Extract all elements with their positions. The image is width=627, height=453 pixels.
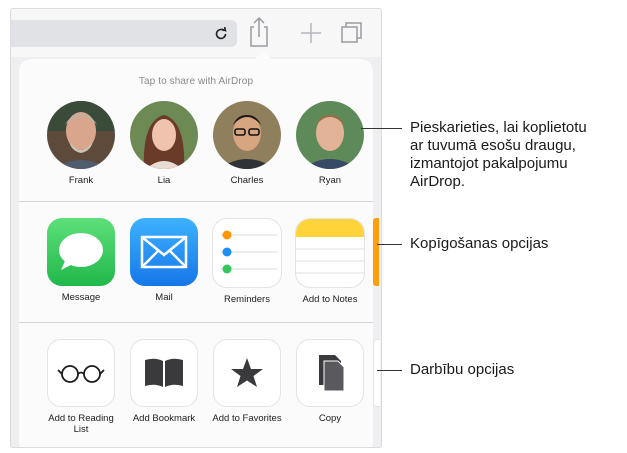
glasses-icon [47,339,115,407]
share-icon[interactable] [244,15,274,49]
avatar [296,101,364,169]
address-bar[interactable] [11,20,237,47]
share-app-mail[interactable]: Mail [122,218,206,303]
action-label: Add to Reading List [48,413,114,435]
avatar [47,101,115,169]
airdrop-person-charles[interactable]: Charles [205,101,289,186]
airdrop-person-frank[interactable]: Frank [39,101,123,186]
action-add-reading-list[interactable]: Add to Reading List [39,339,123,435]
browser-toolbar [11,9,381,57]
action-copy[interactable]: Copy [288,339,372,424]
person-name: Lia [157,175,171,186]
message-icon [47,218,115,286]
new-tab-icon[interactable] [296,15,326,49]
star-icon [213,339,281,407]
avatar [213,101,281,169]
action-add-bookmark[interactable]: Add Bookmark [122,339,206,424]
action-add-favorites[interactable]: Add to Favorites [205,339,289,424]
notes-icon [295,218,365,288]
partial-app-tile[interactable] [373,218,379,286]
callout-airdrop: Pieskarieties, lai koplietotu ar tuvumā … [410,119,587,190]
action-label: Add Bookmark [132,413,196,424]
avatar [130,101,198,169]
copy-icon [296,339,364,407]
share-app-notes[interactable]: Add to Notes [288,218,372,305]
app-label: Reminders [224,294,270,305]
person-name: Frank [68,175,94,186]
mail-icon [130,218,198,286]
book-icon [130,339,198,407]
share-app-reminders[interactable]: Reminders [205,218,289,305]
partial-action-tile[interactable] [373,339,380,407]
share-actions-row: Add to Reading List Add Bookmark Add to … [19,323,380,447]
airdrop-title: Tap to share with AirDrop [138,76,254,87]
share-sheet: Tap to share with AirDrop Frank Lia Char… [19,59,380,447]
tabs-icon[interactable] [338,15,368,49]
action-label: Add to Favorites [212,413,282,424]
reload-icon[interactable] [213,26,229,42]
airdrop-person-lia[interactable]: Lia [122,101,206,186]
person-name: Ryan [318,175,342,186]
person-name: Charles [230,175,264,186]
callout-line-actions [377,370,402,371]
share-sheet-screenshot: Tap to share with AirDrop Frank Lia Char… [10,8,382,448]
app-label: Mail [155,292,173,303]
callout-actions: Darbību opcijas [410,361,515,378]
airdrop-people-row: Frank Lia Charles Ryan [19,93,373,201]
airdrop-person-ryan[interactable]: Ryan [288,101,372,186]
share-app-message[interactable]: Message [39,218,123,303]
callout-share: Kopīgošanas opcijas [410,235,549,252]
share-apps-row: Message Mail Reminders Add to Notes [19,202,379,322]
action-label: Copy [318,413,342,424]
reminders-icon [212,218,282,288]
app-label: Message [61,292,101,303]
callout-line-airdrop [361,128,402,129]
callout-line-share [377,244,402,245]
app-label: Add to Notes [302,294,358,305]
